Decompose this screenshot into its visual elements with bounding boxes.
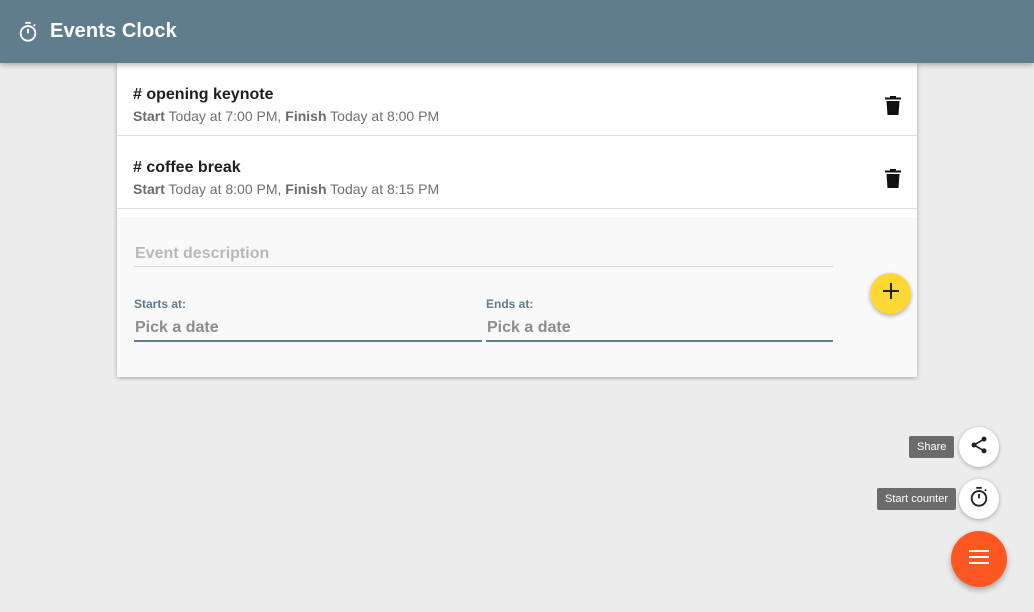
ends-at-date-input[interactable]	[486, 315, 833, 342]
new-event-form: Starts at: Ends at:	[117, 217, 917, 377]
ends-at-label: Ends at:	[486, 297, 534, 311]
app-bar: Events Clock	[0, 0, 1034, 63]
starts-at-date-input[interactable]	[134, 315, 482, 342]
finish-value: Today at 8:00 PM	[330, 108, 440, 124]
trash-icon	[885, 96, 901, 120]
start-counter-tooltip: Start counter	[877, 488, 956, 510]
start-label: Start	[133, 108, 165, 124]
finish-label: Finish	[285, 181, 327, 197]
menu-icon	[969, 549, 989, 569]
share-button[interactable]	[959, 427, 999, 467]
start-counter-button[interactable]	[959, 479, 999, 519]
event-title: # opening keynote	[133, 86, 274, 103]
share-icon	[969, 435, 989, 460]
stopwatch-icon	[968, 486, 990, 513]
stopwatch-icon	[17, 21, 39, 43]
delete-button[interactable]	[883, 96, 903, 120]
event-time: Start Today at 7:00 PM, Finish Today at …	[133, 108, 439, 124]
start-value: Today at 8:00 PM,	[168, 181, 282, 197]
trash-icon	[885, 169, 901, 193]
finish-label: Finish	[285, 108, 327, 124]
event-title: # coffee break	[133, 159, 241, 176]
start-value: Today at 7:00 PM,	[168, 108, 282, 124]
list-item: # coffee break Start Today at 8:00 PM, F…	[117, 136, 917, 209]
speed-dial-menu-button[interactable]	[951, 531, 1007, 587]
plus-icon	[882, 283, 899, 304]
add-event-button[interactable]	[870, 273, 911, 314]
start-label: Start	[133, 181, 165, 197]
events-card: # opening keynote Start Today at 7:00 PM…	[117, 63, 917, 377]
finish-value: Today at 8:15 PM	[330, 181, 440, 197]
starts-at-label: Starts at:	[134, 297, 187, 311]
app-title: Events Clock	[50, 20, 177, 42]
share-tooltip: Share	[909, 436, 955, 458]
delete-button[interactable]	[883, 169, 903, 193]
event-description-input[interactable]	[134, 241, 833, 267]
event-time: Start Today at 8:00 PM, Finish Today at …	[133, 181, 439, 197]
list-item: # opening keynote Start Today at 7:00 PM…	[117, 63, 917, 136]
